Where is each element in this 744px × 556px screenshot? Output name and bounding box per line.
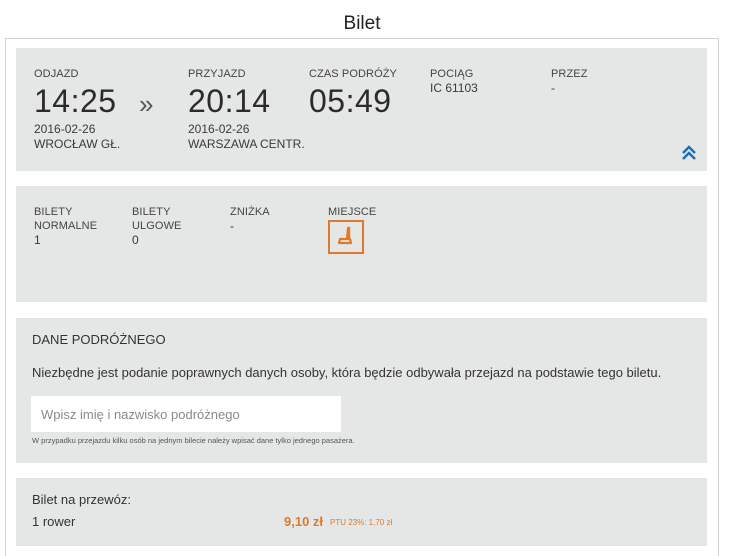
passenger-note: W przypadku przejazdu kilku osób na jedn… [32,436,355,445]
seat-label: MIEJSCE [328,206,377,218]
departure-date: 2016-02-26 [34,122,96,136]
train-number: IC 61103 [430,81,478,95]
duration-label: CZAS PODRÓŻY [309,68,397,80]
normal-tickets-label-line1: BILETY [34,206,73,218]
transport-panel [16,478,707,546]
passenger-name-input[interactable] [31,396,341,432]
via-label: PRZEZ [551,68,588,80]
arrival-label: PRZYJAZD [188,68,246,80]
transport-vat: PTU 23%: 1,70 zł [330,518,393,527]
reduced-tickets-count: 0 [132,233,139,247]
transport-item: 1 rower [32,514,76,529]
train-label: POCIĄG [430,68,474,80]
duration-value: 05:49 [309,83,392,119]
via-value: - [551,81,555,95]
normal-tickets-label-line2: NORMALNE [34,220,98,232]
reduced-tickets-label-line2: ULGOWE [132,220,182,232]
direction-arrow-icon: » [139,89,154,119]
departure-station: WROCŁAW GŁ. [34,137,121,151]
double-chevron-up-icon[interactable] [680,144,698,162]
departure-time: 14:25 [34,83,117,119]
passenger-section-title: DANE PODRÓŻNEGO [32,332,166,347]
page-title: Bilet [343,13,381,34]
arrival-station: WARSZAWA CENTR. [188,137,305,151]
seat-icon [337,226,353,245]
departure-label: ODJAZD [34,68,79,80]
arrival-time: 20:14 [188,83,271,119]
passenger-description: Niezbędne jest podanie poprawnych danych… [32,365,662,380]
reduced-tickets-label-line1: BILETY [132,206,171,218]
normal-tickets-count: 1 [34,233,41,247]
discount-value: - [230,219,234,233]
transport-title: Bilet na przewóz: [32,492,131,507]
discount-label: ZNIŻKA [230,206,270,218]
transport-price: 9,10 zł [284,514,324,529]
seat-select-button[interactable] [328,220,364,254]
arrival-date: 2016-02-26 [188,122,250,136]
